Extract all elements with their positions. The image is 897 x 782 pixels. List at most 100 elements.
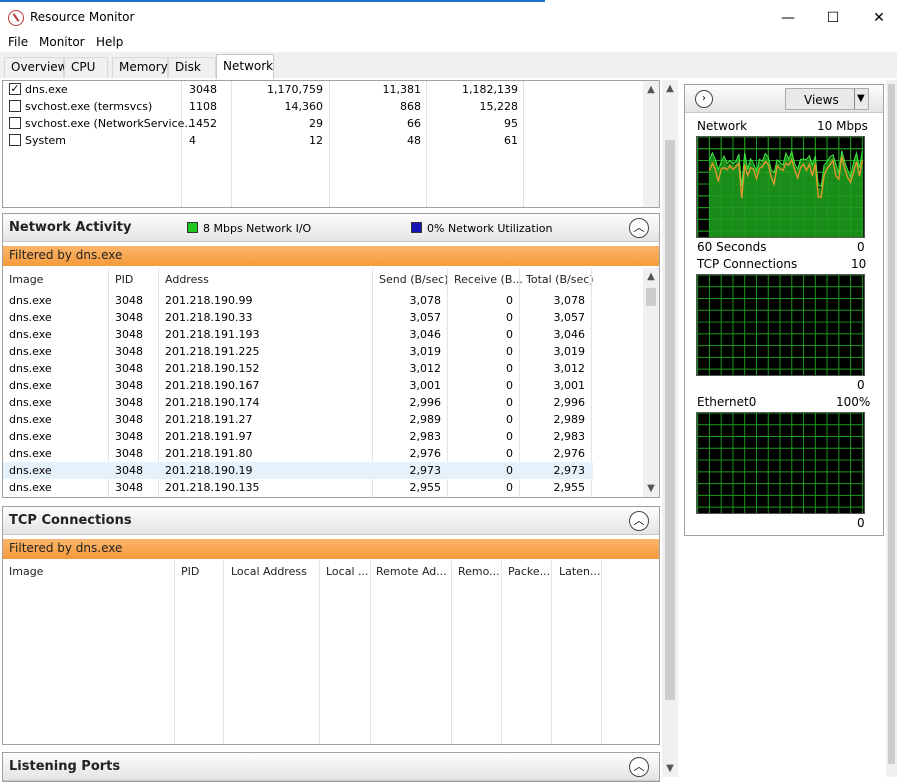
network-activity-row[interactable]: dns.exe 3048 201.218.190.152 3,012 0 3,012 (3, 360, 593, 377)
process-checkbox[interactable] (9, 117, 21, 129)
scroll-down-icon[interactable]: ▼ (643, 482, 659, 496)
row-address: 201.218.190.135 (165, 481, 260, 494)
right-scrollbar[interactable] (886, 80, 897, 777)
scroll-thumb[interactable] (646, 288, 656, 306)
tcp-col-remote-port[interactable]: Remo... (458, 565, 502, 578)
row-receive: 0 (506, 328, 513, 341)
network-activity-row[interactable]: dns.exe 3048 201.218.191.80 2,976 0 2,976 (3, 445, 593, 462)
collapse-chevron-up-icon[interactable]: ︿ (629, 218, 649, 238)
network-graph-min-label: 0 (857, 240, 865, 254)
maximize-button[interactable]: ☐ (818, 6, 848, 30)
network-activity-row[interactable]: dns.exe 3048 201.218.191.193 3,046 0 3,046 (3, 326, 593, 343)
minimize-button[interactable]: — (773, 6, 803, 30)
tab-network[interactable]: Network (216, 54, 274, 79)
process-row[interactable]: ✓ dns.exe 3048 1,170,759 11,381 1,182,139 (3, 81, 593, 98)
main-scroll-thumb[interactable] (665, 140, 675, 700)
menu-help[interactable]: Help (96, 35, 123, 49)
network-activity-row[interactable]: dns.exe 3048 201.218.190.174 2,996 0 2,996 (3, 394, 593, 411)
main-scroll-up-icon[interactable]: ▲ (662, 82, 678, 96)
network-activity-row[interactable]: dns.exe 3048 201.218.190.135 2,955 0 2,955 (3, 479, 593, 496)
process-row[interactable]: System 4 12 48 61 (3, 132, 593, 149)
tab-cpu[interactable]: CPU (64, 57, 108, 78)
views-dropdown[interactable]: Views ▼ (785, 88, 869, 110)
tab-memory[interactable]: Memory (112, 57, 168, 78)
processes-scrollbar[interactable]: ▲ (643, 81, 659, 207)
process-checkbox[interactable]: ✓ (9, 83, 21, 95)
row-receive: 0 (506, 294, 513, 307)
scroll-up-icon[interactable]: ▲ (643, 270, 659, 284)
close-button[interactable]: ✕ (864, 6, 894, 30)
network-activity-row[interactable]: dns.exe 3048 201.218.190.19 2,973 0 2,973 (3, 462, 593, 479)
row-address: 201.218.190.167 (165, 379, 260, 392)
tab-overview[interactable]: Overview (4, 57, 68, 78)
row-receive: 0 (506, 413, 513, 426)
tcp-graph-scale: 10 (851, 257, 867, 271)
col-pid[interactable]: PID (115, 273, 133, 286)
tab-disk[interactable]: Disk (168, 57, 216, 78)
row-address: 201.218.191.97 (165, 430, 253, 443)
row-receive: 0 (506, 311, 513, 324)
collapse-chevron-up-icon[interactable]: ︿ (629, 511, 649, 531)
network-graph (696, 136, 865, 238)
tcp-col-latency[interactable]: Laten... (559, 565, 603, 578)
network-activity-row[interactable]: dns.exe 3048 201.218.190.167 3,001 0 3,001 (3, 377, 593, 394)
col-receive[interactable]: Receive (B... (454, 273, 523, 286)
menu-file[interactable]: File (8, 35, 28, 49)
network-activity-row[interactable]: dns.exe 3048 201.218.191.27 2,989 0 2,989 (3, 411, 593, 428)
main-scrollbar[interactable]: ▲ ▼ (662, 80, 678, 777)
network-activity-header[interactable]: Network Activity 8 Mbps Network I/O 0% N… (3, 214, 659, 242)
network-activity-row[interactable]: dns.exe 3048 201.218.191.225 3,019 0 3,019 (3, 343, 593, 360)
tcp-col-packet-loss[interactable]: Packe... (508, 565, 552, 578)
row-total: 2,983 (553, 430, 586, 443)
scroll-up-icon[interactable]: ▲ (643, 83, 659, 97)
row-send: 3,046 (409, 328, 442, 341)
tcp-filter-bar: Filtered by dns.exe (3, 539, 659, 559)
right-scroll-thumb[interactable] (888, 84, 895, 764)
col-address[interactable]: Address (165, 273, 209, 286)
network-activity-row[interactable]: dns.exe 3048 201.218.191.97 2,983 0 2,983 (3, 428, 593, 445)
chevron-down-icon: ▼ (857, 93, 865, 104)
ethernet-graph-min-label: 0 (857, 516, 865, 530)
row-address: 201.218.191.27 (165, 413, 253, 426)
network-activity-row[interactable]: dns.exe 3048 201.218.190.99 3,078 0 3,078 (3, 292, 593, 309)
main-scroll-down-icon[interactable]: ▼ (662, 762, 678, 776)
tcp-col-local-port[interactable]: Local ... (326, 565, 370, 578)
row-receive: 0 (506, 396, 513, 409)
process-checkbox[interactable] (9, 134, 21, 146)
network-activity-scrollbar[interactable]: ▲ ▼ (643, 268, 659, 497)
network-activity-row[interactable]: dns.exe 3048 201.218.190.33 3,057 0 3,057 (3, 309, 593, 326)
network-activity-filter-bar: Filtered by dns.exe (3, 246, 659, 266)
process-total: 61 (504, 134, 518, 147)
tcp-col-image[interactable]: Image (9, 565, 43, 578)
tcp-connections-title: TCP Connections (9, 513, 132, 528)
row-total: 2,996 (553, 396, 586, 409)
col-total[interactable]: Total (B/sec) (526, 273, 594, 286)
network-graph-title: Network (697, 119, 748, 133)
tcp-connections-header[interactable]: TCP Connections ︿ (3, 507, 659, 535)
process-receive: 868 (400, 100, 421, 113)
collapse-chevron-up-icon[interactable]: ︿ (629, 757, 649, 777)
processes-with-network-activity-panel: ✓ dns.exe 3048 1,170,759 11,381 1,182,139 svch… (2, 80, 660, 208)
row-address: 201.218.191.225 (165, 345, 260, 358)
row-pid: 3048 (115, 413, 143, 426)
tcp-col-local-address[interactable]: Local Address (231, 565, 307, 578)
tcp-col-pid[interactable]: PID (181, 565, 199, 578)
listening-ports-title: Listening Ports (9, 759, 121, 774)
process-name: svchost.exe (termsvcs) (25, 100, 153, 113)
process-row[interactable]: svchost.exe (NetworkService... 1452 29 66 95 (3, 115, 593, 132)
network-activity-panel: Network Activity 8 Mbps Network I/O 0% N… (2, 213, 660, 498)
menu-monitor[interactable]: Monitor (39, 35, 85, 49)
tcp-col-remote-address[interactable]: Remote Ad... (376, 565, 451, 578)
row-receive: 0 (506, 379, 513, 392)
expand-chevron-right-icon[interactable]: › (695, 90, 713, 108)
row-total: 3,057 (553, 311, 586, 324)
row-total: 3,001 (553, 379, 586, 392)
row-send: 3,019 (409, 345, 442, 358)
col-send[interactable]: Send (B/sec) (379, 273, 449, 286)
tcp-connections-graph (696, 274, 865, 376)
col-image[interactable]: Image (9, 273, 43, 286)
process-checkbox[interactable] (9, 100, 21, 112)
process-row[interactable]: svchost.exe (termsvcs) 1108 14,360 868 15,22… (3, 98, 593, 115)
tcp-graph-title: TCP Connections (697, 257, 798, 271)
row-total: 2,976 (553, 447, 586, 460)
